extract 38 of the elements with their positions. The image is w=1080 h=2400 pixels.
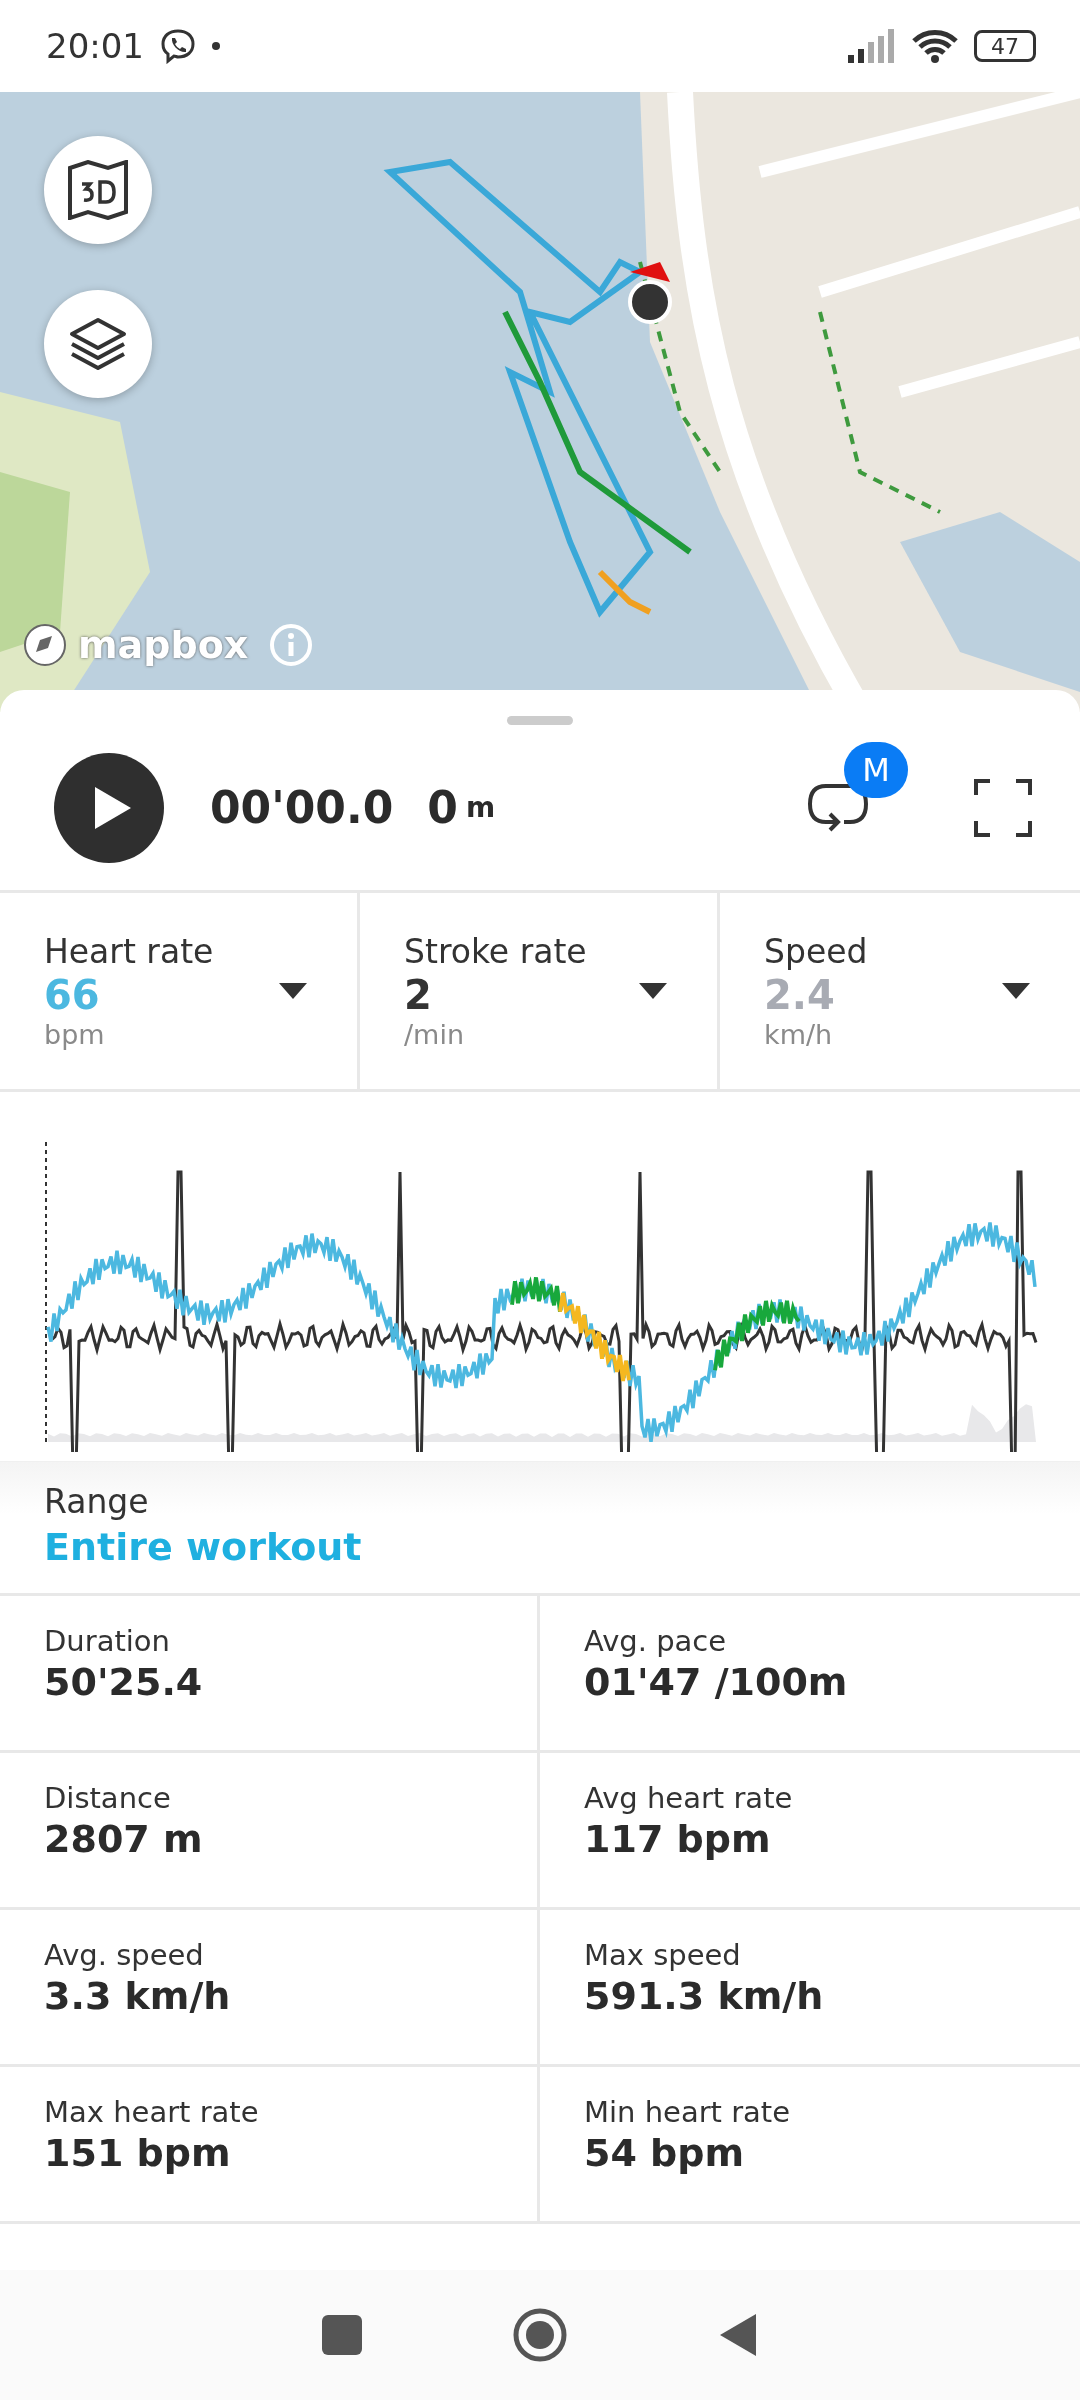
stat-value: 50'25.4 bbox=[44, 1660, 204, 1704]
user-badge: M bbox=[844, 741, 908, 798]
stat-label: Min heart rate bbox=[584, 2095, 792, 2129]
stat-label: Duration bbox=[44, 1624, 171, 1658]
stat-label: Avg heart rate bbox=[584, 1781, 794, 1815]
wifi-icon bbox=[912, 29, 958, 63]
stat-value: 54 bpm bbox=[584, 2131, 746, 2175]
status-time: 20:01 bbox=[46, 26, 144, 66]
range-label: Range bbox=[44, 1482, 150, 1521]
battery-indicator: 47 bbox=[974, 30, 1036, 62]
stat-label: Avg. pace bbox=[584, 1624, 728, 1658]
drag-handle[interactable] bbox=[507, 716, 573, 725]
stat-value: 01'47 /100m bbox=[584, 1660, 849, 1704]
dropdown-caret-icon bbox=[1002, 983, 1030, 999]
signal-icon bbox=[848, 29, 896, 63]
notification-dot-icon bbox=[212, 42, 220, 50]
chat-phone-icon bbox=[160, 28, 196, 64]
stat-label: Avg. speed bbox=[44, 1938, 205, 1972]
fullscreen-icon bbox=[974, 778, 1032, 837]
play-icon bbox=[93, 784, 133, 831]
playback-time: 00'00.0 bbox=[210, 782, 394, 833]
stat-value: 591.3 km/h bbox=[584, 1974, 825, 2018]
dropdown-caret-icon bbox=[639, 983, 667, 999]
stat-value: 2807 m bbox=[44, 1817, 204, 1861]
stat-value: 117 bpm bbox=[584, 1817, 772, 1861]
stat-label: Max heart rate bbox=[44, 2095, 260, 2129]
3d-map-icon bbox=[66, 160, 130, 220]
stat-label: Distance bbox=[44, 1781, 172, 1815]
layers-icon bbox=[68, 316, 128, 372]
dropdown-caret-icon bbox=[279, 983, 307, 999]
stat-value: 3.3 km/h bbox=[44, 1974, 232, 2018]
home-icon[interactable] bbox=[512, 2307, 568, 2363]
back-icon[interactable] bbox=[718, 2312, 758, 2358]
distance-unit: m bbox=[465, 791, 496, 824]
stat-label: Max speed bbox=[584, 1938, 742, 1972]
playback-distance: 0 bbox=[427, 782, 458, 833]
mapbox-logo-icon bbox=[22, 622, 68, 668]
stat-value: 151 bpm bbox=[44, 2131, 232, 2175]
